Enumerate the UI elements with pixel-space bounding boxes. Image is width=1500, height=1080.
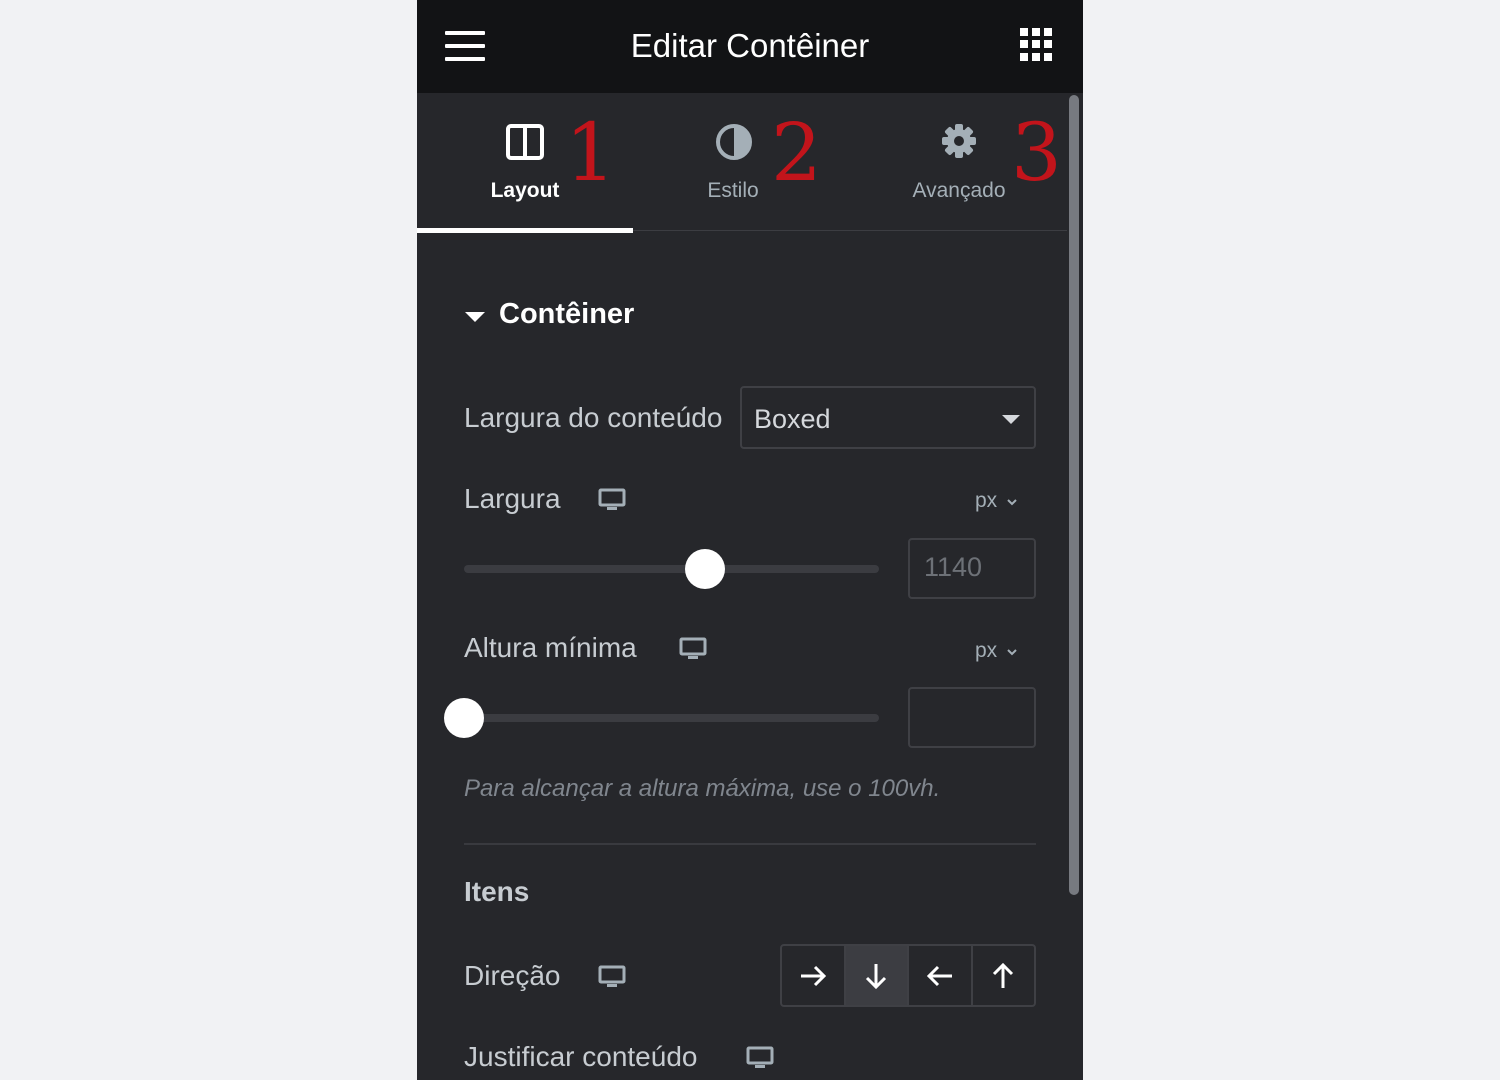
content-width-select[interactable]: Boxed [740,386,1036,449]
min-height-hint: Para alcançar a altura máxima, use o 100… [464,775,941,802]
panel-tabs: Layout 1 Estilo 2 Avançado 3 [417,93,1067,233]
desktop-icon[interactable] [679,637,707,661]
desktop-icon[interactable] [598,488,626,512]
content-width-value: Boxed [754,404,831,434]
direction-column-reverse-button[interactable] [973,946,1035,1005]
annotation-number-2: 2 [771,106,822,199]
half-circle-icon [716,124,752,160]
slider-handle[interactable] [684,549,725,589]
desktop-icon[interactable] [598,965,626,989]
chevron-down-icon [1007,649,1017,656]
section-divider [464,843,1036,845]
direction-label: Direção [464,960,561,991]
slider-track [464,565,879,573]
columns-icon [506,124,544,160]
slider-track [464,714,879,722]
width-unit-select[interactable]: px [975,489,1018,513]
caret-down-icon [465,312,485,322]
direction-button-group [780,944,1036,1007]
desktop-icon[interactable] [746,1046,774,1070]
items-heading: Itens [464,876,530,907]
section-title: Contêiner [499,298,635,330]
panel-header: Editar Contêiner [417,0,1083,93]
slider-handle[interactable] [444,698,484,738]
justify-content-label: Justificar conteúdo [464,1041,698,1072]
gear-icon [942,124,976,158]
chevron-down-icon [1002,415,1020,424]
tab-avancado[interactable]: Avançado [887,93,1031,231]
arrow-left-icon [926,965,952,986]
annotation-number-3: 3 [1011,106,1062,199]
width-label: Largura [464,483,561,514]
direction-column-button[interactable] [845,946,909,1005]
min-height-unit-select[interactable]: px [975,639,1018,663]
panel-title: Editar Contêiner [630,27,870,64]
tab-label-avancado: Avançado [912,179,1006,202]
panel-scrollbar[interactable] [1067,93,1083,1080]
min-height-slider[interactable] [444,698,879,738]
min-height-input[interactable] [908,687,1036,748]
min-height-label: Altura mínima [464,632,637,663]
arrow-up-icon [993,962,1014,988]
content-width-label: Largura do conteúdo [464,402,723,433]
arrow-right-icon [800,965,826,986]
chevron-down-icon [1007,499,1017,506]
min-height-unit-value: px [975,639,998,662]
width-unit-value: px [975,489,998,512]
direction-row-reverse-button[interactable] [909,946,973,1005]
arrow-down-icon [866,963,887,989]
width-slider[interactable] [464,549,879,589]
scrollbar-thumb[interactable] [1069,95,1079,895]
active-tab-indicator [417,228,633,233]
editor-panel: Editar Contêiner Layout 1 Estilo 2 Avanç… [417,0,1083,1080]
annotation-number-1: 1 [565,106,616,199]
width-input[interactable]: 1140 [908,538,1036,599]
grid-apps-icon[interactable] [1020,28,1053,61]
direction-row-button[interactable] [782,946,846,1005]
